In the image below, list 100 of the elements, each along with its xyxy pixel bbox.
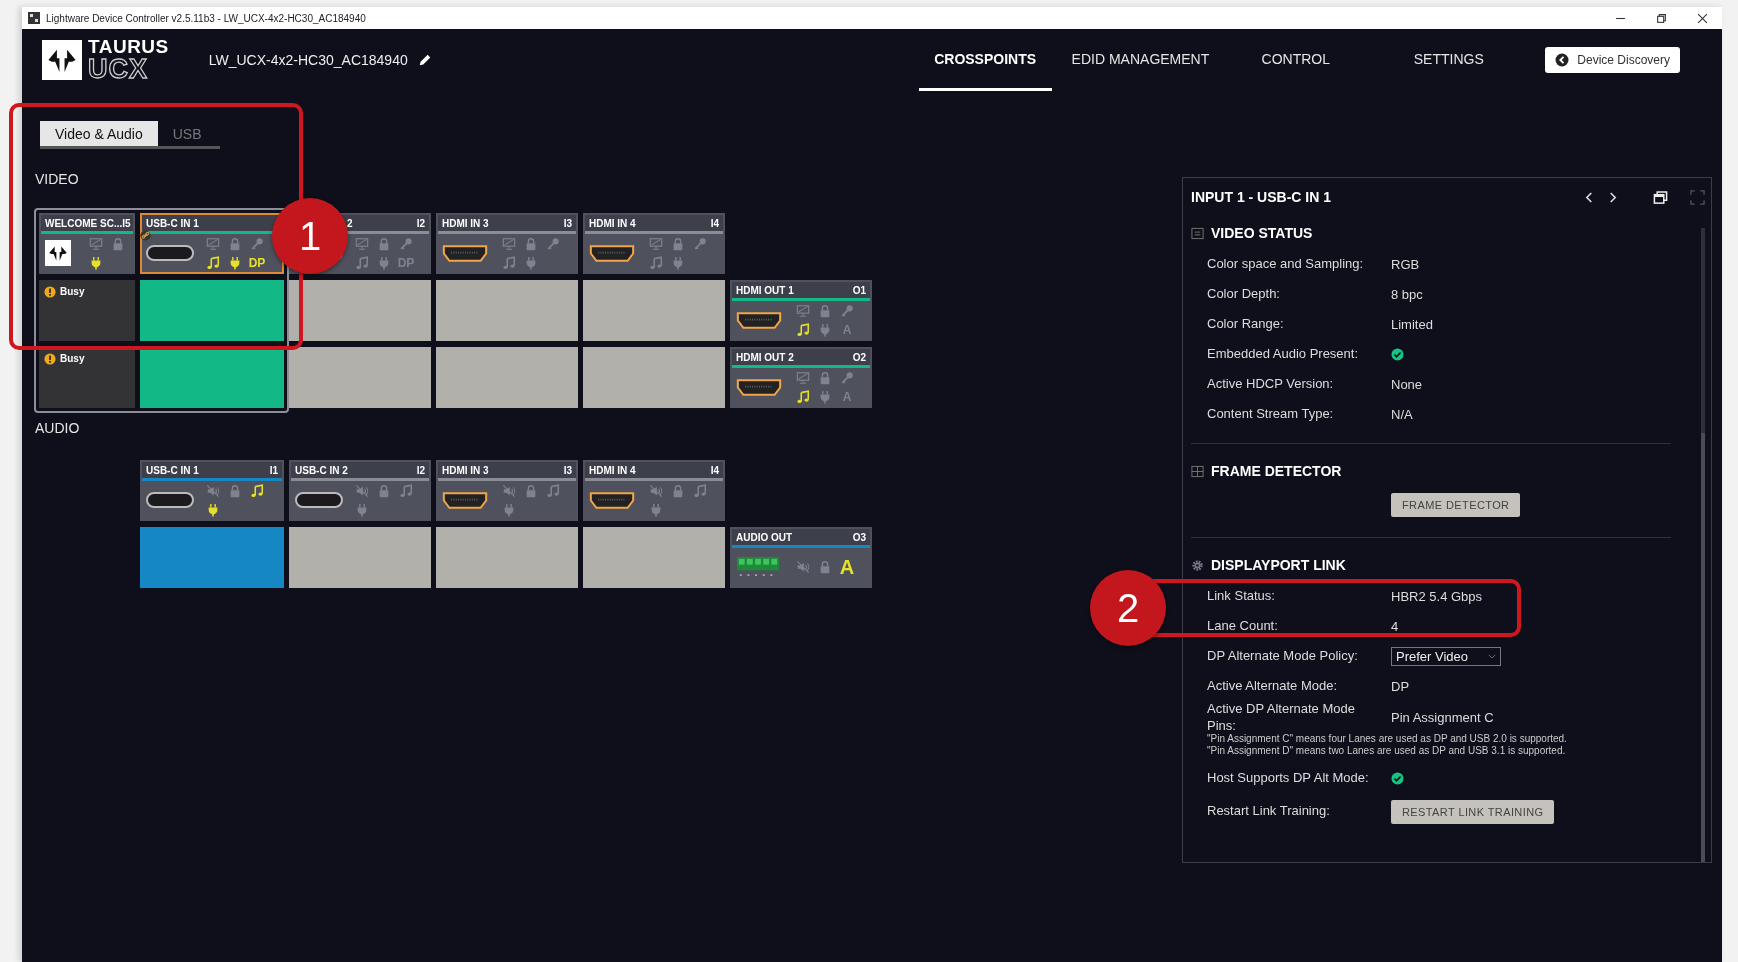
crosspoint-cell[interactable] <box>583 280 725 341</box>
warning-icon <box>44 353 56 365</box>
logo-icon <box>45 240 71 266</box>
port-name: USB-C IN 1 <box>146 217 199 229</box>
input-card[interactable]: HDMI IN 3 I3 <box>436 213 578 274</box>
input-card[interactable]: USB-C IN 1 I1 <box>140 460 284 521</box>
fullscreen-icon[interactable] <box>1690 189 1705 205</box>
crosspoint-cell[interactable] <box>583 347 725 408</box>
property-label: Color Depth: <box>1207 285 1281 303</box>
tab[interactable]: Video & Audio <box>40 121 158 146</box>
property-label: Active Alternate Mode: <box>1207 677 1339 695</box>
action-button[interactable]: RESTART LINK TRAINING <box>1391 799 1555 824</box>
note-text: "Pin Assignment D" means two Lanes are used as DP and USB 3.1 is supported. <box>1207 745 1567 758</box>
crosspoint-cell[interactable] <box>436 280 578 341</box>
property-value: None <box>1391 376 1423 392</box>
property-label: Color Range: <box>1207 315 1285 333</box>
section-title: DISPLAYPORT LINK <box>1211 557 1346 573</box>
panel-title: INPUT 1 - USB-C IN 1 <box>1191 189 1331 205</box>
port-id: I2 <box>416 217 425 229</box>
crosspoint-cell[interactable] <box>289 527 431 588</box>
port-name: 2 <box>347 217 353 229</box>
restore-icon[interactable] <box>1656 12 1667 24</box>
input-card[interactable]: USB-C IN 1 DP <box>140 213 284 274</box>
property-label: Color space and Sampling: <box>1207 255 1365 273</box>
chevron-right-icon[interactable] <box>1608 190 1617 204</box>
crosspoint-cell[interactable] <box>140 527 284 588</box>
terminal-block-icon <box>736 555 780 579</box>
input-card[interactable]: HDMI IN 4 I4 <box>583 213 725 274</box>
action-button[interactable]: FRAME DETECTOR <box>1391 493 1521 517</box>
input-card[interactable]: HDMI IN 3 I3 <box>436 460 578 521</box>
section-label: AUDIO <box>35 420 81 436</box>
port-name: AUDIO OUT <box>736 531 793 543</box>
port-id: O1 <box>852 284 866 296</box>
pencil-icon[interactable] <box>417 53 432 67</box>
gear-icon[interactable] <box>1191 558 1204 572</box>
grid-box-icon[interactable] <box>1191 464 1204 478</box>
input-card[interactable]: USB-C IN 2 I2 <box>289 460 431 521</box>
property-value: DP <box>1391 678 1410 694</box>
crosspoint-cell[interactable]: Busy <box>39 347 135 408</box>
note-text: "Pin Assignment C" means four Lanes are used as DP and USB 2.0 is supported. <box>1207 732 1568 746</box>
property-label: Active HDCP Version: <box>1207 375 1335 393</box>
crosspoint-cell[interactable] <box>436 527 578 588</box>
crosspoint-cell[interactable] <box>289 280 431 341</box>
nav-tab[interactable]: EDID MANAGEMENT <box>1071 29 1210 91</box>
property-label: Host Supports DP Alt Mode: <box>1207 770 1370 788</box>
hdmi-port-icon <box>736 377 782 397</box>
property-label: Embedded Audio Present: <box>1207 345 1360 363</box>
status-label: A <box>839 557 855 577</box>
crosspoint-cell[interactable] <box>140 280 284 341</box>
property-label: Restart Link Training: <box>1207 803 1331 821</box>
nav-tab[interactable]: SETTINGS <box>1382 29 1516 91</box>
port-name: USB-C IN 2 <box>295 464 348 476</box>
window-icon[interactable] <box>1653 189 1668 205</box>
usb-c-port-icon <box>146 492 194 508</box>
port-name: HDMI IN 3 <box>442 464 489 476</box>
crosspoint-cell[interactable] <box>140 347 284 408</box>
property-label: DP Alternate Mode Policy: <box>1207 647 1359 665</box>
device-discovery-button[interactable]: Device Discovery <box>1545 47 1680 73</box>
port-id: O2 <box>852 351 866 363</box>
section-title: FRAME DETECTOR <box>1211 463 1342 479</box>
hdmi-port-icon <box>736 310 782 330</box>
hdmi-port-icon <box>589 490 635 510</box>
status-label: DP <box>248 256 266 269</box>
usb-c-port-icon <box>146 245 194 261</box>
usb-c-port-icon <box>295 492 343 508</box>
property-value: HBR2 5.4 Gbps <box>1391 588 1483 604</box>
input-card[interactable]: WELCOME SC...I5 <box>39 213 135 274</box>
chevron-left-icon[interactable] <box>1585 190 1594 204</box>
crosspoint-cell[interactable] <box>583 527 725 588</box>
nav-tab[interactable]: CONTROL <box>1229 29 1363 91</box>
hdmi-port-icon <box>442 243 488 263</box>
port-name: HDMI OUT 2 <box>736 351 794 363</box>
section-label: VIDEO <box>35 171 80 187</box>
crosspoint-cell[interactable] <box>289 347 431 408</box>
property-value: RGB <box>1391 256 1420 272</box>
crosspoint-cell[interactable]: Busy <box>39 280 135 341</box>
section-title: VIDEO STATUS <box>1211 225 1313 241</box>
window-title: Lightware Device Controller v2.5.11b3 - LW_UCX-4x2-HC30_AC184940 <box>46 12 366 24</box>
collapse-icon[interactable] <box>1191 226 1204 240</box>
output-card[interactable]: AUDIO OUT O3 A <box>730 527 872 588</box>
crosspoint-cell[interactable] <box>436 347 578 408</box>
port-id: I1 <box>269 464 278 476</box>
policy-dropdown[interactable]: Prefer Video <box>1391 646 1501 666</box>
port-name: USB-C IN 1 <box>146 464 199 476</box>
tab[interactable]: USB <box>157 121 217 146</box>
close-icon[interactable] <box>1697 12 1708 24</box>
property-value: Limited <box>1391 316 1433 332</box>
port-id: I4 <box>710 464 719 476</box>
property-label: Content Stream Type: <box>1207 405 1335 423</box>
scrollbar[interactable] <box>1701 228 1705 862</box>
chevron-down-icon <box>1488 653 1496 659</box>
port-id: I3 <box>563 464 572 476</box>
port-id: I3 <box>563 217 572 229</box>
port-name: HDMI IN 4 <box>589 217 636 229</box>
port-name: WELCOME SC... <box>45 217 123 229</box>
port-name: HDMI IN 4 <box>589 464 636 476</box>
property-value: Pin Assignment C <box>1391 710 1494 726</box>
nav-tab[interactable]: CROSSPOINTS <box>918 29 1052 91</box>
input-card[interactable]: HDMI IN 4 I4 <box>583 460 725 521</box>
logo: TAURUS UCX <box>42 37 169 83</box>
